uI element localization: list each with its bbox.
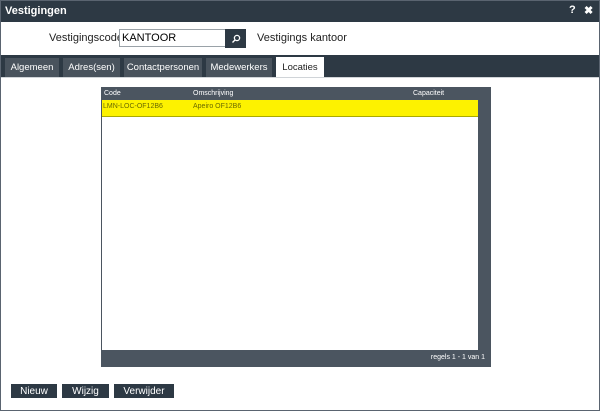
column-header-code[interactable]: Code: [104, 90, 121, 97]
search-button[interactable]: [225, 29, 246, 48]
locaties-grid: Code Omschrijving Capaciteit LMN-LOC-OF1…: [101, 87, 491, 367]
grid-header: Code Omschrijving Capaciteit: [102, 88, 490, 100]
edit-button[interactable]: Wijzig: [62, 384, 109, 398]
tab-adressen[interactable]: Adres(sen): [63, 58, 120, 77]
new-button[interactable]: Nieuw: [11, 384, 57, 398]
code-label: Vestigingscode:: [49, 32, 127, 44]
close-button[interactable]: ✖: [584, 4, 593, 17]
vestigingscode-input[interactable]: [119, 29, 229, 47]
grid-scrollbar[interactable]: [478, 88, 490, 350]
delete-button[interactable]: Verwijder: [114, 384, 174, 398]
column-header-capaciteit[interactable]: Capaciteit: [413, 90, 444, 97]
table-row[interactable]: LMN-LOC-OF12B6 Apeiro OF12B6: [102, 100, 478, 116]
column-header-omschrijving[interactable]: Omschrijving: [193, 90, 233, 97]
cell-code: LMN-LOC-OF12B6: [103, 103, 163, 110]
vestigingen-window: Vestigingen ? ✖ Vestigingscode: Vestigin…: [0, 0, 600, 411]
tab-medewerkers[interactable]: Medewerkers: [206, 58, 272, 77]
row-divider: [102, 116, 478, 117]
tab-divider: [1, 77, 599, 78]
tab-contactpersonen[interactable]: Contactpersonen: [124, 58, 202, 77]
row-count: regels 1 - 1 van 1: [430, 354, 485, 361]
title-bar: Vestigingen ? ✖: [1, 1, 599, 22]
code-row: Vestigingscode: Vestigings kantoor: [1, 29, 599, 49]
tab-locaties[interactable]: Locaties: [276, 57, 324, 77]
cell-omschrijving: Apeiro OF12B6: [193, 103, 242, 110]
search-icon: [231, 34, 240, 43]
tab-algemeen[interactable]: Algemeen: [5, 58, 59, 77]
grid-footer: regels 1 - 1 van 1: [102, 350, 490, 366]
code-description: Vestigings kantoor: [257, 32, 347, 44]
tab-bar: Algemeen Adres(sen) Contactpersonen Mede…: [1, 55, 599, 77]
window-title: Vestigingen: [5, 5, 67, 17]
help-button[interactable]: ?: [569, 4, 576, 16]
